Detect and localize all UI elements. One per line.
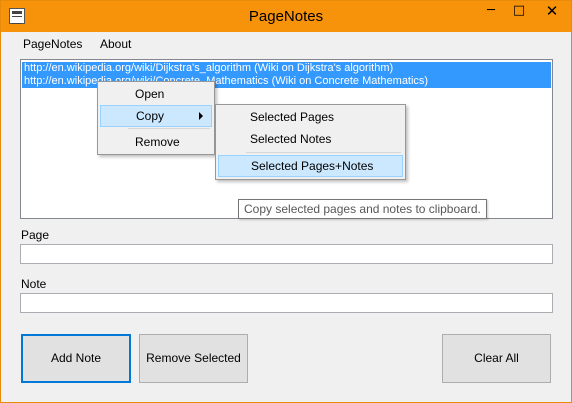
menu-pagenotes[interactable]: PageNotes <box>23 36 82 53</box>
submenu-arrow-icon <box>199 112 203 120</box>
remove-selected-button[interactable]: Remove Selected <box>139 334 248 383</box>
copy-selected-notes-item[interactable]: Selected Notes <box>218 128 403 150</box>
context-copy-item[interactable]: Copy <box>100 105 212 127</box>
context-copy-label: Copy <box>136 109 165 123</box>
tooltip: Copy selected pages and notes to clipboa… <box>238 199 487 219</box>
copy-selected-pages-notes-item[interactable]: Selected Pages+Notes <box>218 155 403 177</box>
maximize-button[interactable]: □ <box>505 1 533 23</box>
context-remove-item[interactable]: Remove <box>100 131 212 153</box>
page-input[interactable] <box>20 244 553 264</box>
menu-separator <box>246 152 401 153</box>
title-bar[interactable]: PageNotes ─ □ ✕ <box>1 1 571 32</box>
page-label: Page <box>21 228 50 242</box>
list-item[interactable]: http://en.wikipedia.org/wiki/Dijkstra's_… <box>22 62 551 75</box>
add-note-button[interactable]: Add Note <box>21 334 131 383</box>
menu-separator <box>128 128 210 129</box>
app-window: PageNotes ─ □ ✕ PageNotes About http://e… <box>0 0 572 403</box>
close-button[interactable]: ✕ <box>533 1 571 23</box>
context-menu: Open Copy Remove <box>97 81 215 155</box>
minimize-button[interactable]: ─ <box>477 1 505 23</box>
copy-submenu: Selected Pages Selected Notes Selected P… <box>215 104 406 180</box>
note-label: Note <box>21 277 47 291</box>
copy-selected-pages-item[interactable]: Selected Pages <box>218 106 403 128</box>
menu-bar: PageNotes About <box>1 32 571 56</box>
context-open-item[interactable]: Open <box>100 83 212 105</box>
note-input[interactable] <box>20 293 553 313</box>
menu-about[interactable]: About <box>100 36 131 53</box>
clear-all-button[interactable]: Clear All <box>442 334 551 383</box>
